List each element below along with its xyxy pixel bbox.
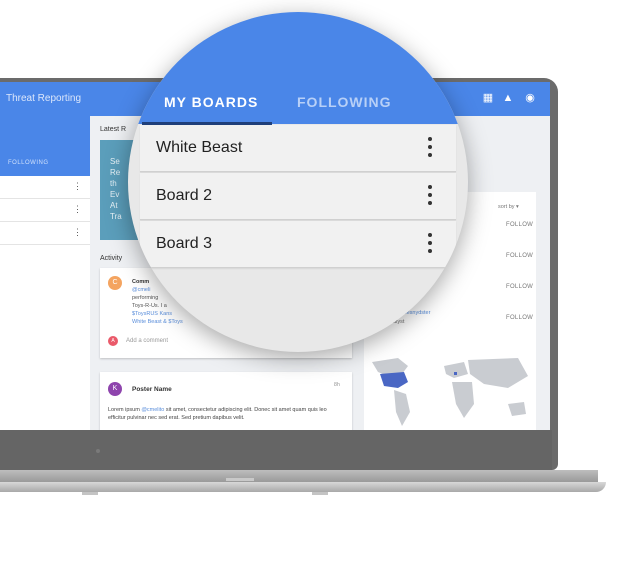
tab-my-boards[interactable]: MY BOARDS [164, 94, 258, 110]
board-row[interactable]: White Beast [140, 125, 456, 172]
more-vert-icon[interactable] [428, 183, 432, 207]
board-row[interactable]: Board 2 [140, 173, 456, 220]
laptop-foot [82, 492, 98, 495]
poster-name[interactable]: Poster Name [132, 386, 172, 393]
more-vert-icon[interactable] [428, 231, 432, 255]
board-name: Board 2 [156, 187, 213, 204]
list-item[interactable]: ⋮ [0, 176, 90, 199]
bell-icon[interactable]: ▲ [502, 92, 514, 104]
list-item[interactable]: ⋮ [0, 222, 90, 245]
sort-by-select[interactable]: sort by ▾ [498, 204, 519, 210]
board-name: White Beast [156, 139, 243, 156]
follow-button[interactable]: FOLLOW [506, 315, 533, 321]
laptop-foot [312, 492, 328, 495]
avatar: C [108, 276, 122, 290]
avatar: K [108, 382, 122, 396]
account-icon[interactable]: ◉ [524, 92, 536, 104]
left-panel-header: FOLLOWING [0, 116, 90, 176]
apps-icon[interactable]: ▦ [482, 92, 494, 104]
activity-heading: Activity [100, 255, 123, 262]
more-vert-icon[interactable]: ⋮ [73, 205, 82, 214]
post-card: K Poster Name 8h Lorem ipsum @cmelito si… [100, 372, 352, 430]
featured-report-text: Se Re th Ev At Tra [110, 157, 122, 221]
latest-reports-title: Latest R [100, 126, 127, 133]
avatar: A [108, 336, 118, 346]
board-row[interactable]: Board 3 [140, 221, 456, 268]
laptop-notch [226, 478, 254, 481]
tab-following[interactable]: FOLLOWING [8, 160, 49, 166]
chevron-down-icon: ▾ [516, 204, 519, 210]
more-vert-icon[interactable]: ⋮ [73, 228, 82, 237]
post-time: 8h [333, 382, 340, 388]
world-map [372, 358, 528, 426]
laptop-base-edge [0, 482, 606, 492]
laptop-bezel [0, 430, 552, 470]
more-vert-icon[interactable] [428, 135, 432, 159]
list-item[interactable]: ⋮ [0, 199, 90, 222]
tab-following[interactable]: FOLLOWING [297, 94, 392, 110]
follow-button[interactable]: FOLLOW [506, 284, 533, 290]
app-title: Threat Reporting [6, 93, 82, 104]
follow-button[interactable]: FOLLOW [506, 253, 533, 259]
more-vert-icon[interactable]: ⋮ [73, 182, 82, 191]
add-comment-input[interactable]: Add a comment [126, 338, 168, 344]
magnifier-lens: MY BOARDS FOLLOWING White Beast Board 2 … [128, 12, 468, 352]
board-name: Board 3 [156, 235, 213, 252]
boards-tab-bar: MY BOARDS FOLLOWING [128, 12, 468, 125]
camera-dot [96, 449, 100, 453]
laptop-base [0, 470, 598, 482]
post-body: Lorem ipsum @cmelito sit amet, consectet… [108, 407, 327, 421]
mention-link[interactable]: @cmelito [141, 407, 164, 413]
follow-button[interactable]: FOLLOW [506, 222, 533, 228]
left-panel-list: ⋮ ⋮ ⋮ [0, 176, 90, 430]
